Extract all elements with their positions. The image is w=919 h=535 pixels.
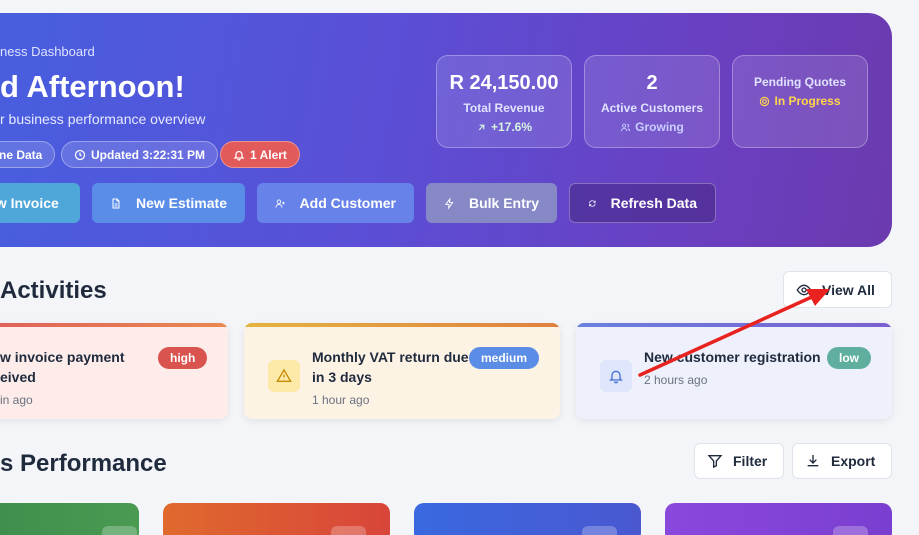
new-invoice-label: ew Invoice	[0, 195, 59, 211]
alert-label: 1 Alert	[250, 147, 287, 162]
add-customer-button[interactable]: Add Customer	[257, 183, 414, 223]
active-customers-label: Active Customers	[600, 101, 704, 115]
target-icon	[760, 96, 770, 106]
priority-badge: low	[827, 347, 871, 369]
activity-time: in ago	[0, 393, 33, 407]
bulk-entry-button[interactable]: Bulk Entry	[426, 183, 557, 223]
export-label: Export	[831, 453, 876, 469]
customers-status: Growing	[585, 120, 719, 134]
refresh-data-label: Refresh Data	[610, 195, 697, 211]
user-plus-icon	[275, 199, 285, 208]
filter-icon	[707, 455, 723, 469]
clock-icon	[74, 149, 86, 160]
performance-card-blue[interactable]	[414, 503, 641, 535]
activity-title-line: Monthly VAT return due	[312, 349, 469, 365]
bell-icon	[609, 370, 623, 384]
new-estimate-button[interactable]: New Estimate	[92, 183, 245, 223]
bulk-entry-label: Bulk Entry	[468, 195, 539, 211]
activity-time: 2 hours ago	[644, 373, 708, 387]
activity-card-invoice[interactable]: w invoice payment eived in ago high	[0, 323, 228, 419]
view-all-button[interactable]: View All	[783, 271, 892, 308]
eye-icon	[796, 284, 812, 295]
activity-title-line: eived	[0, 369, 36, 385]
priority-badge: medium	[469, 347, 540, 369]
updated-pill: Updated 3:22:31 PM	[61, 141, 219, 168]
view-all-label: View All	[822, 281, 875, 298]
activity-title-line: w invoice payment	[0, 349, 125, 365]
priority-bar	[576, 323, 892, 327]
warning-icon-box	[268, 360, 300, 392]
performance-card-icon	[102, 526, 137, 535]
warning-icon	[276, 368, 292, 382]
performance-title: s Performance	[0, 450, 167, 477]
refresh-data-button[interactable]: Refresh Data	[569, 183, 716, 223]
priority-bar	[244, 323, 560, 327]
activity-title-line: New customer registration	[644, 349, 821, 365]
bell-icon	[233, 150, 245, 161]
new-estimate-label: New Estimate	[135, 195, 227, 211]
dashboard-hero: ness Dashboard d Afternoon! r business p…	[0, 13, 892, 247]
quotes-status-label: In Progress	[774, 94, 841, 108]
hero-subtitle: ness Dashboard	[0, 44, 95, 59]
pending-quotes-card: Pending Quotes In Progress	[732, 55, 868, 148]
performance-card-icon	[331, 526, 366, 535]
priority-bar	[0, 323, 228, 327]
performance-card-purple[interactable]	[665, 503, 892, 535]
bell-icon-box	[600, 360, 632, 392]
activity-card-vat[interactable]: Monthly VAT return due in 3 days 1 hour …	[244, 323, 560, 419]
refresh-icon	[589, 199, 596, 207]
revenue-change-value: +17.6%	[490, 120, 533, 134]
total-revenue-card: R 24,150.00 Total Revenue +17.6%	[436, 55, 572, 148]
performance-card-orange[interactable]	[163, 503, 390, 535]
new-invoice-button[interactable]: ew Invoice	[0, 183, 80, 223]
performance-card-icon	[833, 526, 868, 535]
customers-status-label: Growing	[635, 120, 684, 134]
activities-title: Activities	[0, 277, 107, 304]
alert-pill[interactable]: 1 Alert	[220, 141, 300, 168]
priority-badge: high	[158, 347, 208, 369]
hero-description: r business performance overview	[0, 111, 206, 127]
total-revenue-value: R 24,150.00	[449, 72, 559, 94]
total-revenue-label: Total Revenue	[463, 101, 545, 115]
activity-title: w invoice payment eived	[0, 347, 160, 387]
document-icon	[112, 198, 120, 208]
performance-card-icon	[582, 526, 617, 535]
live-data-pill: ne Data	[0, 141, 56, 168]
active-customers-card: 2 Active Customers Growing	[584, 55, 720, 148]
download-icon	[807, 455, 819, 467]
quotes-status: In Progress	[733, 94, 867, 108]
filter-button[interactable]: Filter	[694, 443, 784, 479]
lightning-icon	[444, 196, 454, 210]
add-customer-label: Add Customer	[299, 195, 396, 211]
greeting-title: d Afternoon!	[0, 69, 185, 104]
arrow-up-right-icon	[478, 124, 485, 130]
live-data-label: ne Data	[0, 147, 43, 162]
users-icon	[621, 123, 631, 131]
activity-title: New customer registration	[644, 347, 824, 367]
export-button[interactable]: Export	[792, 443, 892, 479]
activity-time: 1 hour ago	[312, 393, 370, 407]
updated-label: Updated 3:22:31 PM	[91, 147, 206, 162]
revenue-change: +17.6%	[437, 120, 571, 134]
pending-quotes-label: Pending Quotes	[753, 75, 846, 89]
activity-title: Monthly VAT return due in 3 days	[312, 347, 472, 387]
active-customers-value: 2	[646, 72, 658, 94]
activity-card-customer[interactable]: New customer registration 2 hours ago lo…	[576, 323, 892, 419]
activity-title-line: in 3 days	[312, 369, 372, 385]
performance-card-green[interactable]	[0, 503, 139, 535]
filter-label: Filter	[733, 453, 768, 469]
